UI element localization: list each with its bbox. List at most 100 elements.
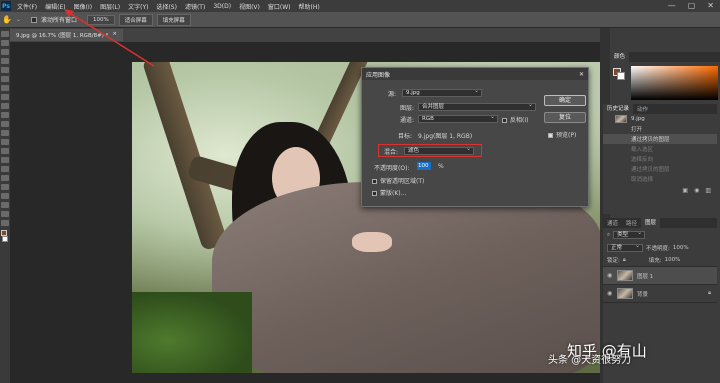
invert-checkbox[interactable]: 反相(I) [502, 115, 528, 124]
tool-preset-chevron-icon[interactable]: ⌄ [16, 16, 21, 23]
history-item[interactable]: 通过拷贝的图层 [603, 164, 717, 174]
dodge-tool-icon[interactable] [1, 157, 9, 163]
lock-icon[interactable]: 🔒︎ [623, 257, 626, 264]
opacity-label: 不透明度: [646, 246, 670, 252]
history-item[interactable]: 载入选区 [603, 144, 717, 154]
dialog-titlebar: 应用图像 ✕ [362, 68, 588, 80]
layer-blend-select[interactable]: 正常 [607, 243, 643, 252]
watermark-toutiao: 头条 @天资很努力 [548, 355, 632, 366]
history-doc-label: 9.jpg [631, 116, 645, 122]
opacity-value[interactable]: 100% [673, 245, 689, 251]
history-brush-tool-icon[interactable] [1, 121, 9, 127]
tab-actions[interactable]: 动作 [633, 105, 652, 113]
apply-image-dialog: 应用图像 ✕ 源: 9.jpg 图层: 合并图层 通道: RGB 反相(I) 目… [361, 67, 589, 207]
lock-icon: 🔒︎ [708, 290, 711, 296]
menu-view[interactable]: 视图(V) [235, 2, 264, 11]
zoom-tool-icon[interactable] [1, 211, 9, 217]
eye-icon[interactable]: ◉ [607, 272, 613, 279]
menu-help[interactable]: 帮助(H) [295, 2, 324, 11]
quick-select-tool-icon[interactable] [1, 58, 9, 64]
layer-row[interactable]: ◉ 背景 🔒︎ [603, 285, 717, 303]
history-item[interactable]: 选择反向 [603, 154, 717, 164]
layer-filter-row: ⌕ 类型 [603, 228, 717, 242]
source-select[interactable]: 9.jpg [402, 88, 482, 97]
close-icon[interactable]: ✕ [707, 1, 714, 10]
preview-checkbox[interactable]: 预览(P) [548, 130, 576, 139]
hand-tool-icon[interactable] [1, 202, 9, 208]
clone-stamp-tool-icon[interactable] [1, 112, 9, 118]
menu-3d[interactable]: 3D(D) [209, 3, 235, 10]
healing-brush-tool-icon[interactable] [1, 94, 9, 100]
history-item[interactable]: 打开 [603, 124, 717, 134]
layer-lock-row: 锁定: 🔒︎ 填充: 100% [603, 254, 717, 267]
channel-label: 通道: [400, 117, 415, 124]
annotation-arrow [64, 9, 155, 67]
history-snapshot[interactable]: 9.jpg [603, 114, 717, 124]
lasso-tool-icon[interactable] [1, 49, 9, 55]
eraser-tool-icon[interactable] [1, 130, 9, 136]
fill-screen-button[interactable]: 填充屏幕 [156, 13, 191, 26]
fill-value[interactable]: 100% [665, 257, 681, 263]
color-picker-field[interactable] [631, 66, 718, 100]
layer-select[interactable]: 合并图层 [418, 102, 536, 111]
blending-select[interactable]: 滤色 [404, 146, 474, 155]
new-document-icon[interactable]: ▣ [682, 187, 688, 194]
close-icon[interactable]: ✕ [579, 71, 584, 78]
move-tool-icon[interactable] [1, 31, 9, 37]
menu-filter[interactable]: 滤镜(T) [181, 2, 209, 11]
blur-tool-icon[interactable] [1, 148, 9, 154]
tools-panel [0, 28, 10, 383]
path-select-tool-icon[interactable] [1, 184, 9, 190]
layer-row[interactable]: ◉ 图层 1 [603, 267, 717, 285]
minimize-icon[interactable]: — [668, 1, 676, 10]
dress-shape [212, 182, 600, 373]
shape-tool-icon[interactable] [1, 193, 9, 199]
history-item[interactable]: 取消选择 [603, 174, 717, 184]
type-tool-icon[interactable] [1, 175, 9, 181]
tree-branch [141, 62, 229, 252]
tab-history[interactable]: 历史记录 [603, 104, 634, 114]
tab-channels[interactable]: 通道 [603, 219, 622, 227]
menu-file[interactable]: 文件(F) [13, 2, 41, 11]
history-item[interactable]: 通过拷贝的图层 [603, 134, 717, 144]
tab-layers[interactable]: 图层 [641, 218, 661, 228]
opacity-label: 不透明度(O): [374, 165, 410, 172]
background-color-swatch[interactable] [2, 236, 8, 242]
invert-label: 反相(I) [510, 117, 529, 124]
layer-filter-select[interactable]: 类型 [613, 230, 646, 239]
gradient-tool-icon[interactable] [1, 139, 9, 145]
scroll-all-windows-checkbox[interactable] [31, 16, 37, 23]
snapshot-thumbnail [615, 115, 627, 123]
layer-label: 图层: [400, 105, 415, 112]
history-footer: ▣ ◉ ▥ [603, 184, 717, 197]
history-panel: 历史记录 动作 9.jpg 打开 通过拷贝的图层 载入选区 选择反向 通过拷贝的… [603, 104, 717, 214]
eyedropper-tool-icon[interactable] [1, 85, 9, 91]
eye-icon[interactable]: ◉ [607, 290, 613, 297]
menu-window[interactable]: 窗口(W) [264, 2, 295, 11]
crop-tool-icon[interactable] [1, 67, 9, 73]
preview-label: 预览(P) [556, 132, 577, 139]
layer-thumbnail [617, 270, 633, 281]
trash-icon[interactable]: ▥ [705, 187, 711, 194]
fill-label: 填充: [648, 258, 662, 264]
opacity-input[interactable]: 100 [417, 162, 431, 170]
hand-tool-icon[interactable]: ✋ [2, 15, 12, 24]
frame-tool-icon[interactable] [1, 76, 9, 82]
tab-color[interactable]: 颜色 [610, 52, 630, 62]
ok-button[interactable]: 确定 [544, 95, 586, 106]
brush-tool-icon[interactable] [1, 103, 9, 109]
layer-name: 背景 [637, 291, 649, 298]
channel-select[interactable]: RGB [418, 114, 498, 123]
camera-icon[interactable]: ◉ [694, 187, 699, 194]
preserve-transparency-checkbox[interactable]: 保留透明区域(T) [372, 176, 424, 185]
marquee-tool-icon[interactable] [1, 40, 9, 46]
tab-paths[interactable]: 路径 [622, 219, 641, 227]
pen-tool-icon[interactable] [1, 166, 9, 172]
maximize-icon[interactable]: ▢ [688, 1, 696, 10]
more-tools-icon[interactable] [1, 220, 9, 226]
mask-checkbox[interactable]: 蒙版(K)... [372, 188, 406, 197]
foliage-shape [132, 292, 252, 373]
layer-blend-row: 正常 不透明度: 100% [603, 242, 717, 254]
reset-button[interactable]: 复位 [544, 112, 586, 123]
background-color-swatch[interactable] [617, 72, 625, 80]
